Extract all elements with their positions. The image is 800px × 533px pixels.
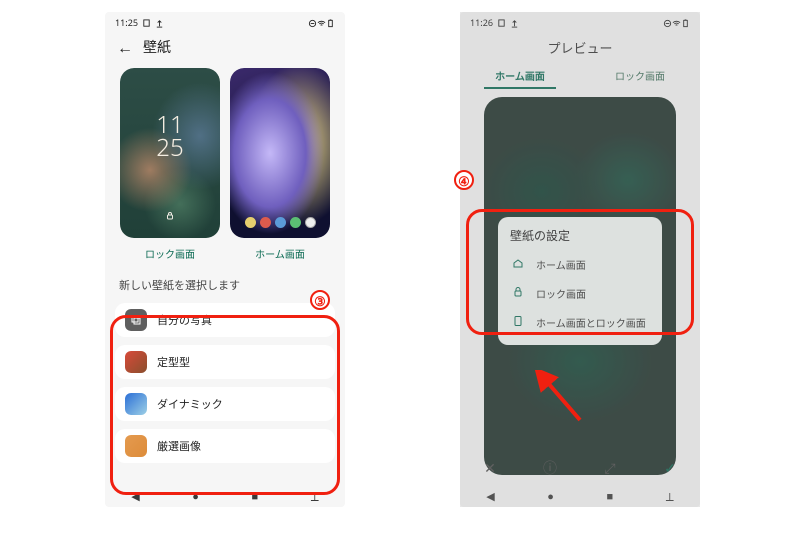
status-bar: 11:26 — [460, 12, 700, 32]
nav-recent-icon[interactable]: ■ — [251, 489, 258, 504]
page-title: 壁紙 — [143, 37, 171, 57]
phone-wallpaper-screen: 11:25 ← 壁紙 11 25 — [105, 12, 345, 507]
list-item-curated[interactable]: 厳選画像 — [115, 429, 335, 463]
lockscreen-clock: 11 25 — [120, 114, 220, 160]
home-icon — [510, 256, 526, 273]
status-bar: 11:25 — [105, 12, 345, 32]
list-item-label: 定型型 — [157, 354, 190, 370]
phone-preview-screen: 11:26 プレビュー ホーム画面 ロック画面 壁紙の設定 ホーム画面 — [460, 12, 700, 507]
wallpaper-source-list: 自分の写真 定型型 ダイナミック 厳選画像 — [105, 297, 345, 469]
tab-lock[interactable]: ロック画面 — [580, 62, 700, 89]
header: ← 壁紙 — [105, 32, 345, 62]
preview-tabs: ホーム画面 ロック画面 — [460, 62, 700, 89]
list-item-my-photos[interactable]: 自分の写真 — [115, 303, 335, 337]
photos-icon — [125, 309, 147, 331]
system-navbar: ◀ ● ■ ⟂ — [105, 485, 345, 507]
list-item-teikei[interactable]: 定型型 — [115, 345, 335, 379]
nav-accessibility-icon[interactable]: ⟂ — [311, 488, 319, 505]
homescreen-image — [230, 68, 330, 238]
section-title: 新しい壁紙を選択します — [105, 267, 345, 297]
device-icon — [510, 314, 526, 331]
nav-accessibility-icon[interactable]: ⟂ — [666, 488, 674, 505]
homescreen-caption: ホーム画面 — [230, 238, 330, 263]
apply-option-label: ホーム画面 — [536, 257, 586, 272]
nav-back-icon[interactable]: ◀ — [131, 489, 139, 504]
lockscreen-caption: ロック画面 — [120, 238, 220, 263]
homescreen-preview[interactable]: ホーム画面 — [230, 68, 330, 263]
teikei-icon — [125, 351, 147, 373]
list-item-label: 厳選画像 — [157, 438, 201, 454]
info-icon[interactable]: ⓘ — [520, 458, 580, 478]
lockscreen-preview[interactable]: 11 25 ロック画面 — [120, 68, 220, 263]
wallpaper-thumbnails: 11 25 ロック画面 ホーム画面 — [105, 62, 345, 267]
battery-icon — [681, 18, 690, 27]
apply-option-label: ロック画面 — [536, 286, 586, 301]
preview-bottom-bar: ✕ ⓘ ⤢ ✓ — [460, 451, 700, 485]
list-item-label: 自分の写真 — [157, 312, 212, 328]
apply-option-both[interactable]: ホーム画面とロック画面 — [510, 308, 650, 337]
notification-icon — [142, 18, 151, 27]
lock-icon — [120, 210, 220, 224]
status-time: 11:26 — [470, 16, 493, 29]
curated-icon — [125, 435, 147, 457]
nav-home-icon[interactable]: ● — [547, 489, 554, 504]
apply-option-home[interactable]: ホーム画面 — [510, 250, 650, 279]
preview-title: プレビュー — [460, 32, 700, 62]
battery-icon — [326, 18, 335, 27]
annotation-badge-4: ④ — [454, 170, 474, 190]
annotation-badge-3: ③ — [310, 290, 330, 310]
back-icon[interactable]: ← — [117, 36, 133, 58]
notification-icon — [497, 18, 506, 27]
wallpaper-large-preview: 壁紙の設定 ホーム画面 ロック画面 ホーム画面とロック画面 — [484, 97, 676, 475]
confirm-icon[interactable]: ✓ — [640, 459, 700, 478]
system-navbar: ◀ ● ■ ⟂ — [460, 485, 700, 507]
wifi-icon — [672, 18, 681, 27]
lock-icon — [510, 285, 526, 302]
apply-sheet-title: 壁紙の設定 — [510, 227, 650, 244]
status-time: 11:25 — [115, 16, 138, 29]
expand-icon[interactable]: ⤢ — [580, 459, 640, 478]
apply-sheet: 壁紙の設定 ホーム画面 ロック画面 ホーム画面とロック画面 — [498, 217, 662, 345]
lockscreen-image: 11 25 — [120, 68, 220, 238]
list-item-label: ダイナミック — [157, 396, 223, 412]
nav-recent-icon[interactable]: ■ — [606, 489, 613, 504]
nav-back-icon[interactable]: ◀ — [486, 489, 494, 504]
tab-home[interactable]: ホーム画面 — [460, 62, 580, 89]
list-item-dynamic[interactable]: ダイナミック — [115, 387, 335, 421]
close-icon[interactable]: ✕ — [460, 459, 520, 478]
dynamic-icon — [125, 393, 147, 415]
nav-home-icon[interactable]: ● — [192, 489, 199, 504]
upload-icon — [510, 18, 519, 27]
apply-option-lock[interactable]: ロック画面 — [510, 279, 650, 308]
dnd-icon — [663, 18, 672, 27]
apply-option-label: ホーム画面とロック画面 — [536, 315, 646, 330]
homescreen-dock — [230, 217, 330, 228]
wifi-icon — [317, 18, 326, 27]
upload-icon — [155, 18, 164, 27]
dnd-icon — [308, 18, 317, 27]
